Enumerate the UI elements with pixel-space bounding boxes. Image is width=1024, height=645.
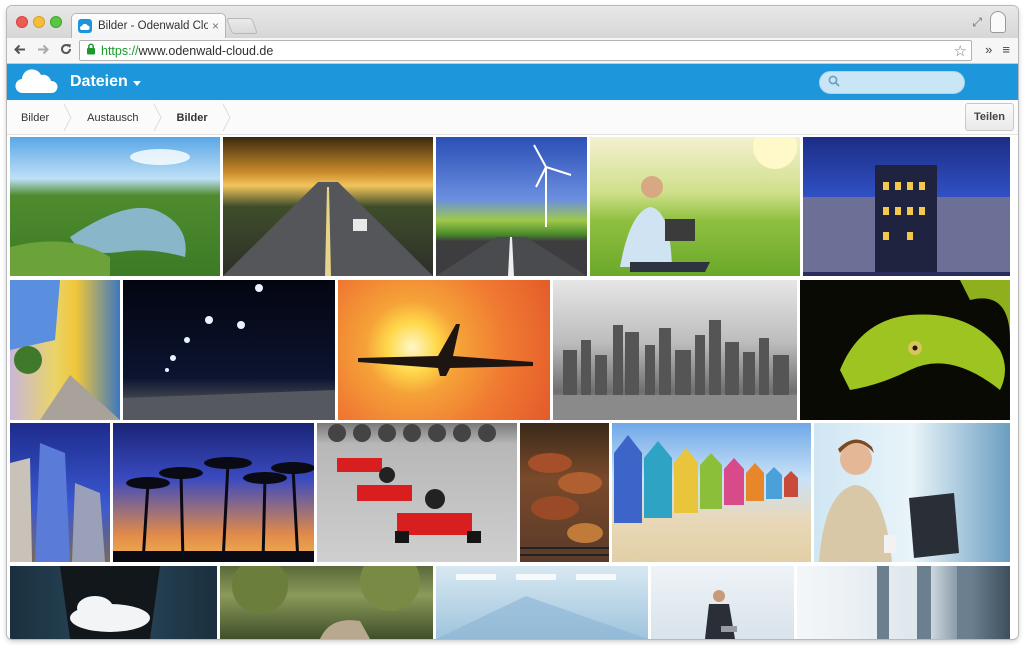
breadcrumb-separator-icon xyxy=(153,100,163,135)
forward-arrow-icon[interactable] xyxy=(33,42,53,59)
photo-grilled-food[interactable] xyxy=(520,423,609,562)
photo-green-snake[interactable] xyxy=(800,280,1010,420)
fullscreen-icon[interactable]: ⤢ xyxy=(972,15,982,30)
new-tab-button[interactable] xyxy=(226,18,258,34)
photo-city-skyline-bw[interactable] xyxy=(553,280,797,420)
photo-highway-sunset[interactable] xyxy=(223,137,433,276)
menu-icon[interactable]: ≡ xyxy=(1002,42,1010,57)
photo-wind-turbine-road[interactable] xyxy=(436,137,587,276)
address-bar[interactable]: https://www.odenwald-cloud.de ☆ xyxy=(79,40,972,61)
breadcrumb-bar: Bilder Austausch Bilder Teilen xyxy=(7,100,1018,135)
photo-beach-huts[interactable] xyxy=(612,423,811,562)
search-box[interactable] xyxy=(819,71,965,94)
photo-palace-night[interactable] xyxy=(803,137,1010,276)
photo-hand-cloud[interactable] xyxy=(10,566,217,639)
chevron-down-icon xyxy=(132,80,141,86)
share-button[interactable]: Teilen xyxy=(965,103,1014,131)
lock-icon xyxy=(86,42,96,60)
extensions-overflow-icon[interactable]: » xyxy=(985,42,992,57)
browser-tab[interactable]: Bilder - Odenwald Cloud × xyxy=(71,13,226,38)
photo-river-valley[interactable] xyxy=(10,137,220,276)
photo-go-karts[interactable] xyxy=(317,423,517,562)
breadcrumb-separator-icon xyxy=(222,100,232,135)
tab-title: Bilder - Odenwald Cloud xyxy=(98,20,208,32)
photo-woman-office-laptop[interactable] xyxy=(814,423,1010,562)
photo-night-streetlights[interactable] xyxy=(123,280,335,420)
app-header: Dateien xyxy=(7,64,1018,100)
photo-window-light[interactable] xyxy=(797,566,1010,639)
breadcrumb-item-austausch[interactable]: Austausch xyxy=(73,100,152,135)
profile-avatar-icon[interactable] xyxy=(990,11,1006,33)
reload-icon[interactable] xyxy=(56,42,76,59)
breadcrumb: Bilder Austausch Bilder xyxy=(7,100,232,135)
cloud-favicon-icon xyxy=(78,19,92,33)
section-title: Dateien xyxy=(70,73,128,90)
browser-window: Bilder - Odenwald Cloud × ⤢ https://www.… xyxy=(7,6,1018,639)
tab-strip: Bilder - Odenwald Cloud × ⤢ xyxy=(7,6,1018,38)
url-text: https://www.odenwald-cloud.de xyxy=(101,43,274,58)
photo-palm-trees-sunset[interactable] xyxy=(113,423,314,562)
photo-office-interior[interactable] xyxy=(436,566,648,639)
back-arrow-icon[interactable] xyxy=(10,42,30,59)
tab-close-icon[interactable]: × xyxy=(212,19,219,33)
section-dropdown[interactable]: Dateien xyxy=(70,73,141,91)
window-close-button[interactable] xyxy=(16,16,28,28)
window-maximize-button[interactable] xyxy=(50,16,62,28)
photo-skyscrapers-blue[interactable] xyxy=(10,423,110,562)
search-icon xyxy=(828,74,840,92)
photo-gallery xyxy=(10,137,1015,639)
photo-airplane-sun[interactable] xyxy=(338,280,550,420)
cloud-logo-icon[interactable] xyxy=(15,69,59,100)
bookmark-star-icon[interactable]: ☆ xyxy=(954,42,967,60)
window-minimize-button[interactable] xyxy=(33,16,45,28)
photo-green-park[interactable] xyxy=(220,566,433,639)
photo-man-laptop-meadow[interactable] xyxy=(590,137,800,276)
breadcrumb-separator-icon xyxy=(63,100,73,135)
browser-toolbar: https://www.odenwald-cloud.de ☆ » ≡ xyxy=(7,38,1018,64)
breadcrumb-item-current: Bilder xyxy=(176,111,208,124)
search-input[interactable] xyxy=(846,75,956,90)
photo-colorful-street[interactable] xyxy=(10,280,120,420)
photo-businessman-white[interactable] xyxy=(651,566,794,639)
breadcrumb-item-bilder[interactable]: Bilder xyxy=(7,100,63,135)
